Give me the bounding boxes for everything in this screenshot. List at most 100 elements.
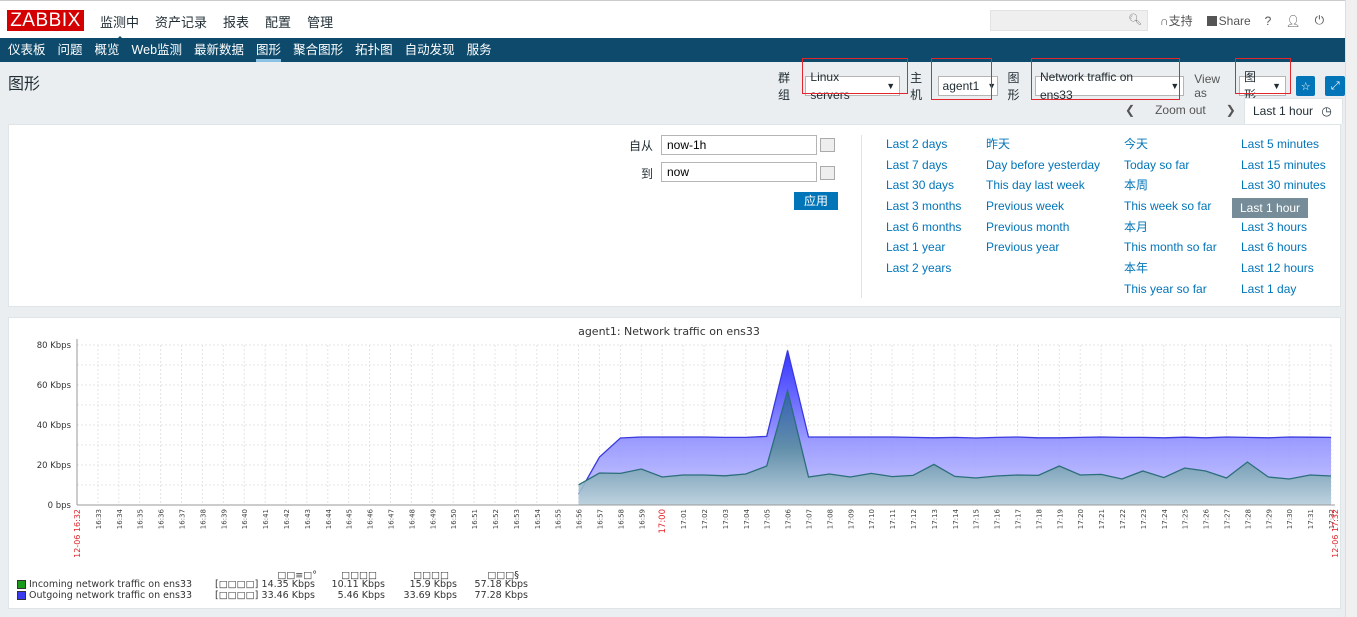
legend-swatch-incoming (17, 580, 26, 589)
subnav-problems[interactable]: 问题 (58, 38, 83, 62)
x-tick-label: 16:38 (199, 509, 207, 529)
quick-range[interactable]: Last 2 days (886, 136, 961, 157)
quick-range[interactable]: Previous week (986, 198, 1100, 219)
group-select[interactable]: Linux servers ▼ (805, 70, 901, 102)
time-range-tab[interactable]: Last 1 hour ◷ (1244, 98, 1343, 124)
quick-range[interactable]: Last 6 months (886, 219, 961, 240)
subnav-maps[interactable]: 拓扑图 (355, 38, 393, 62)
subnav-services[interactable]: 服务 (467, 38, 492, 62)
menu-inventory[interactable]: 资产记录 (155, 12, 207, 31)
quick-range[interactable]: Last 3 hours (1241, 219, 1326, 240)
x-tick-label: 17:29 (1265, 509, 1273, 529)
quick-range[interactable]: This month so far (1124, 239, 1217, 260)
sub-navigation: 仪表板 问题 概览 Web监测 最新数据 图形 聚合图形 拓扑图 自动发现 服务 (0, 38, 1345, 62)
quick-range[interactable]: Last 6 hours (1241, 239, 1326, 260)
headset-icon: ∩ (1160, 14, 1169, 28)
help-link[interactable]: ? (1265, 14, 1272, 28)
to-input[interactable] (661, 162, 817, 182)
subnav-screens[interactable]: 聚合图形 (293, 38, 343, 62)
quick-range[interactable]: Last 3 months (886, 198, 961, 219)
x-tick-label: 16:39 (220, 509, 228, 529)
y-tick-label: 60 Kbps (37, 381, 72, 391)
logout-icon[interactable]: ⏻ (1315, 13, 1325, 28)
support-link[interactable]: ∩支持 (1160, 12, 1193, 29)
host-select[interactable]: agent1 ▼ (937, 76, 998, 96)
menu-reports[interactable]: 报表 (223, 12, 249, 31)
subnav-web[interactable]: Web监测 (132, 38, 182, 62)
quick-range[interactable]: Previous year (986, 239, 1100, 260)
page-title: 图形 (8, 76, 41, 93)
menu-administration[interactable]: 管理 (307, 12, 333, 31)
menu-configuration[interactable]: 配置 (265, 12, 291, 31)
quick-range[interactable]: Today so far (1124, 157, 1217, 178)
apply-button[interactable]: 应用 (794, 192, 838, 210)
user-profile-icon[interactable]: 👤︎ (1285, 14, 1300, 28)
network-traffic-chart[interactable]: agent1: Network traffic on ens33 16:33 16… (9, 318, 1342, 610)
subnav-dashboard[interactable]: 仪表板 (8, 38, 46, 62)
x-tick-label: 16:41 (262, 509, 270, 529)
quick-range[interactable]: 本周 (1124, 177, 1217, 198)
divider (861, 135, 862, 298)
quick-range[interactable]: 本年 (1124, 260, 1217, 281)
x-tick-label: 16:51 (471, 509, 479, 529)
x-tick-label: 17:11 (889, 509, 897, 529)
subnav-discovery[interactable]: 自动发现 (405, 38, 455, 62)
quick-range[interactable]: This week so far (1124, 198, 1217, 219)
view-as-select[interactable]: 图形 ▼ (1238, 70, 1286, 102)
x-tick-label: 16:57 (597, 509, 605, 529)
quick-range[interactable]: This year so far (1124, 281, 1217, 302)
subnav-latest-data[interactable]: 最新数据 (194, 38, 244, 62)
x-tick-label: 17:05 (764, 509, 772, 529)
quick-range[interactable]: 本月 (1124, 219, 1217, 240)
legend-avg: 15.9 Kbps (409, 579, 457, 590)
time-navigation: ❮ Zoom out ❯ (1125, 103, 1236, 117)
zabbix-logo[interactable]: ZABBIX (7, 10, 84, 31)
menu-monitoring[interactable]: 监测中 (100, 12, 139, 42)
subnav-overview[interactable]: 概览 (95, 38, 120, 62)
search-icon[interactable]: 🔍︎ (1128, 13, 1142, 26)
search-input[interactable]: 🔍︎ (990, 10, 1148, 31)
quick-range[interactable]: Last 2 years (886, 260, 961, 281)
quick-range[interactable]: Last 1 year (886, 239, 961, 260)
zoom-out-button[interactable]: Zoom out (1155, 103, 1206, 117)
quick-range[interactable]: Last 30 minutes (1241, 177, 1326, 198)
x-tick-label: 17:19 (1056, 509, 1064, 529)
x-tick-label: 17:04 (743, 508, 751, 529)
add-to-favorites-button[interactable]: ☆ (1296, 76, 1316, 96)
quick-range[interactable]: 今天 (1124, 136, 1217, 157)
x-tick-label: 16:42 (283, 509, 291, 529)
quick-range[interactable]: Last 5 minutes (1241, 136, 1326, 157)
calendar-icon[interactable] (820, 138, 835, 152)
legend-swatch-outgoing (17, 591, 26, 600)
quick-range[interactable]: Last 1 day (1241, 281, 1326, 302)
quick-range[interactable]: Previous month (986, 219, 1100, 240)
x-tick-label: 17:16 (994, 508, 1002, 529)
x-tick-label: 17:15 (973, 509, 981, 529)
x-tick-label: 17:20 (1077, 509, 1085, 529)
graph-select[interactable]: Network traffic on ens33 ▼ (1034, 70, 1185, 102)
next-period-button[interactable]: ❯ (1226, 103, 1236, 117)
x-tick-label: 16:37 (179, 509, 187, 529)
calendar-icon[interactable] (820, 166, 835, 180)
quick-range[interactable]: Last 30 days (886, 177, 961, 198)
share-link[interactable]: Share (1206, 14, 1251, 28)
previous-period-button[interactable]: ❮ (1125, 103, 1135, 117)
quick-range-selected[interactable]: Last 1 hour (1232, 198, 1309, 219)
quick-range[interactable]: This day last week (986, 177, 1100, 198)
quick-range[interactable]: 昨天 (986, 136, 1100, 157)
x-tick-label: 16:45 (346, 509, 354, 529)
legend-max: 77.28 Kbps (474, 590, 528, 601)
fullscreen-button[interactable]: ⤢ (1325, 76, 1345, 96)
quick-range[interactable]: Last 12 hours (1241, 260, 1326, 281)
x-tick-label: 17:14 (952, 508, 960, 529)
quick-range[interactable]: Last 15 minutes (1241, 157, 1326, 178)
legend-min: 5.46 Kbps (337, 590, 385, 601)
subnav-graphs[interactable]: 图形 (256, 38, 282, 62)
x-tick-label: 17:31 (1307, 509, 1315, 529)
page-scrollbar[interactable] (1345, 0, 1357, 617)
from-input[interactable] (661, 135, 817, 155)
x-tick-label: 17:24 (1161, 508, 1169, 529)
quick-range[interactable]: Last 7 days (886, 157, 961, 178)
quick-range[interactable]: Day before yesterday (986, 157, 1100, 178)
x-tick-label: 17:09 (847, 509, 855, 529)
